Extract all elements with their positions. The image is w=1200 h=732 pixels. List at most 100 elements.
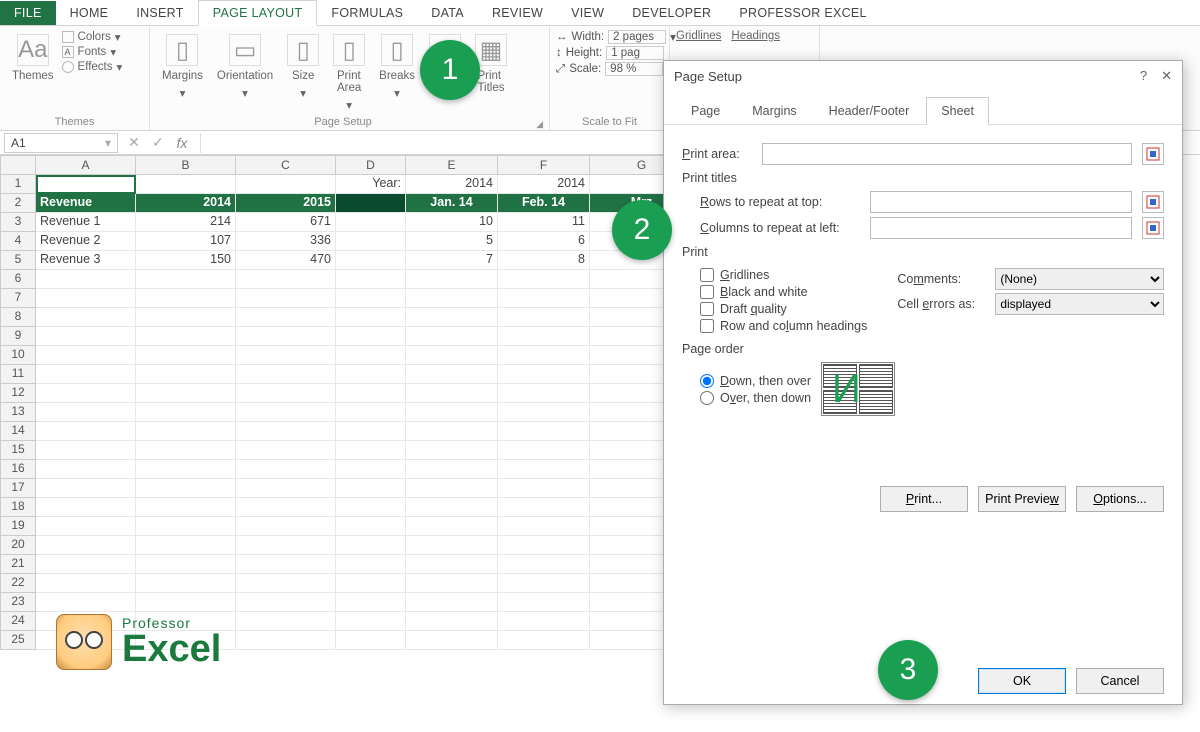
scale-row[interactable]: ⤢Scale:98 % (556, 62, 676, 76)
cell[interactable] (406, 289, 498, 308)
enter-icon[interactable]: ✓ (146, 134, 170, 151)
cell[interactable] (498, 612, 590, 631)
cell[interactable] (406, 346, 498, 365)
cell[interactable] (136, 365, 236, 384)
cell[interactable] (36, 403, 136, 422)
cell[interactable] (336, 555, 406, 574)
cell[interactable] (136, 517, 236, 536)
row-header[interactable]: 10 (0, 346, 36, 365)
rc-headings-checkbox[interactable] (700, 319, 714, 333)
cell[interactable] (136, 498, 236, 517)
cell[interactable] (236, 555, 336, 574)
themes-button[interactable]: Aa Themes (6, 30, 60, 116)
row-header[interactable]: 17 (0, 479, 36, 498)
cell[interactable] (136, 460, 236, 479)
cols-repeat-input[interactable] (870, 217, 1132, 239)
row-header[interactable]: 13 (0, 403, 36, 422)
cell[interactable] (236, 308, 336, 327)
cell[interactable] (236, 327, 336, 346)
close-icon[interactable]: ✕ (1161, 68, 1172, 84)
cell[interactable]: 336 (236, 232, 336, 251)
cell[interactable] (136, 289, 236, 308)
print-area-input[interactable] (762, 143, 1132, 165)
dialog-tab-margins[interactable]: Margins (737, 97, 811, 124)
cell[interactable] (136, 403, 236, 422)
cell[interactable] (236, 574, 336, 593)
col-header[interactable]: B (136, 155, 236, 175)
cell[interactable] (498, 327, 590, 346)
cell[interactable] (236, 289, 336, 308)
cell[interactable]: 671 (236, 213, 336, 232)
row-header[interactable]: 23 (0, 593, 36, 612)
cell[interactable] (336, 593, 406, 612)
print-button[interactable]: Print... (880, 486, 968, 512)
row-header[interactable]: 11 (0, 365, 36, 384)
cell[interactable] (406, 308, 498, 327)
cell[interactable] (336, 251, 406, 270)
cell[interactable]: Revenue 3 (36, 251, 136, 270)
ok-button[interactable]: OK (978, 668, 1066, 694)
cell[interactable] (406, 384, 498, 403)
cell[interactable] (498, 574, 590, 593)
margins-button[interactable]: ▯Margins▾ (156, 30, 209, 116)
tab-insert[interactable]: INSERT (122, 1, 197, 25)
cell[interactable] (336, 194, 406, 213)
cell[interactable] (406, 479, 498, 498)
cell[interactable] (236, 593, 336, 612)
row-header[interactable]: 18 (0, 498, 36, 517)
col-header[interactable]: F (498, 155, 590, 175)
cell[interactable] (406, 574, 498, 593)
cell[interactable] (36, 270, 136, 289)
print-area-button[interactable]: ▯Print Area▾ (327, 30, 371, 116)
effects-button[interactable]: Effects ▾ (62, 60, 123, 74)
cell[interactable] (406, 270, 498, 289)
cell[interactable] (406, 365, 498, 384)
cell[interactable] (336, 270, 406, 289)
select-all-corner[interactable] (0, 155, 36, 175)
cell[interactable] (406, 536, 498, 555)
cell[interactable] (236, 384, 336, 403)
cell[interactable] (336, 213, 406, 232)
cell[interactable]: 11 (498, 213, 590, 232)
preview-button[interactable]: Print Preview (978, 486, 1066, 512)
cell[interactable] (136, 175, 236, 194)
row-header[interactable]: 6 (0, 270, 36, 289)
options-button[interactable]: Options... (1076, 486, 1164, 512)
cell[interactable] (36, 289, 136, 308)
cell[interactable] (136, 384, 236, 403)
cell[interactable] (498, 346, 590, 365)
cell[interactable] (236, 517, 336, 536)
cols-repeat-range-button[interactable] (1142, 217, 1164, 239)
row-header[interactable]: 8 (0, 308, 36, 327)
tab-professor-excel[interactable]: PROFESSOR EXCEL (725, 1, 880, 25)
cell[interactable]: 470 (236, 251, 336, 270)
cell[interactable] (406, 517, 498, 536)
cell[interactable] (36, 536, 136, 555)
col-header[interactable]: E (406, 155, 498, 175)
cell[interactable] (336, 308, 406, 327)
orientation-button[interactable]: ▭Orientation▾ (211, 30, 279, 116)
row-header[interactable]: 24 (0, 612, 36, 631)
tab-file[interactable]: FILE (0, 1, 56, 25)
cell[interactable] (136, 536, 236, 555)
cell[interactable]: Feb. 14 (498, 194, 590, 213)
row-header[interactable]: 1 (0, 175, 36, 194)
col-header[interactable]: D (336, 155, 406, 175)
cell[interactable] (498, 308, 590, 327)
cell[interactable]: 7 (406, 251, 498, 270)
cell[interactable] (236, 612, 336, 631)
row-header[interactable]: 22 (0, 574, 36, 593)
dialog-tab-header-footer[interactable]: Header/Footer (814, 97, 925, 124)
rows-repeat-input[interactable] (870, 191, 1132, 213)
cell[interactable] (36, 574, 136, 593)
cell[interactable] (36, 175, 136, 194)
down-over-radio[interactable] (700, 374, 714, 388)
cell[interactable] (136, 555, 236, 574)
cell[interactable] (236, 441, 336, 460)
cell[interactable] (336, 346, 406, 365)
size-button[interactable]: ▯Size▾ (281, 30, 325, 116)
cell[interactable] (336, 479, 406, 498)
cell[interactable]: Jan. 14 (406, 194, 498, 213)
col-header[interactable]: C (236, 155, 336, 175)
cell[interactable] (36, 479, 136, 498)
